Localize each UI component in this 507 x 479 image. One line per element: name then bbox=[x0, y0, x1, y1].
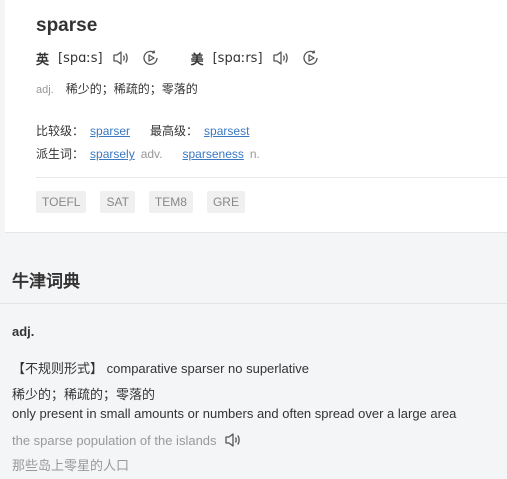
derived-pos-n: n. bbox=[249, 147, 260, 161]
oxford-en-definition: only present in small amounts or numbers… bbox=[12, 406, 457, 421]
derived-pos-adv: adv. bbox=[140, 147, 163, 161]
tag-gre[interactable]: GRE bbox=[206, 191, 245, 213]
definition-text: 稀少的；稀疏的；零落的 bbox=[65, 82, 198, 96]
us-follow-read-icon[interactable] bbox=[301, 48, 321, 68]
exam-tags: TOEFL SAT TEM8 GRE bbox=[36, 191, 259, 213]
uk-phonetic: [spɑːs] bbox=[58, 50, 103, 66]
derived-link-sparseness[interactable]: sparseness bbox=[183, 147, 244, 161]
superlative-label: 最高级： bbox=[150, 124, 199, 138]
pronunciation-row: 英 [spɑːs] 美 [spɑːrs] bbox=[36, 48, 331, 68]
example-en: the sparse population of the islands bbox=[12, 432, 217, 448]
example-row: the sparse population of the islands bbox=[12, 430, 243, 450]
derived-label: 派生词： bbox=[36, 147, 85, 161]
definition-pos: adj. bbox=[36, 84, 54, 96]
oxford-section-header: 牛津词典 bbox=[0, 255, 507, 304]
us-phonetic: [spɑːrs] bbox=[212, 50, 263, 66]
basic-definition: adj. 稀少的；稀疏的；零落的 bbox=[36, 80, 198, 97]
uk-follow-read-icon[interactable] bbox=[141, 48, 161, 68]
tag-sat[interactable]: SAT bbox=[100, 191, 135, 213]
uk-label: 英 bbox=[36, 51, 50, 67]
comparison-forms: 比较级： sparser 最高级： sparsest bbox=[36, 122, 269, 139]
irregular-forms: 【不规则形式】 comparative sparser no superlati… bbox=[12, 358, 309, 377]
example-cn: 那些岛上零星的人口 bbox=[12, 458, 130, 473]
headword: sparse bbox=[36, 15, 98, 36]
us-label: 美 bbox=[190, 51, 204, 67]
comparative-link[interactable]: sparser bbox=[90, 124, 130, 138]
divider bbox=[36, 177, 507, 178]
oxford-title: 牛津词典 bbox=[12, 272, 80, 291]
derived-link-sparsely[interactable]: sparsely bbox=[90, 147, 135, 161]
uk-speaker-icon[interactable] bbox=[111, 48, 131, 68]
irregular-label: 【不规则形式】 bbox=[12, 361, 104, 376]
word-card: sparse 英 [spɑːs] 美 [spɑːrs] adj. 稀少的；稀疏的… bbox=[5, 0, 507, 233]
us-speaker-icon[interactable] bbox=[271, 48, 291, 68]
superlative-link[interactable]: sparsest bbox=[204, 124, 249, 138]
tag-toefl[interactable]: TOEFL bbox=[36, 191, 87, 213]
comparative-label: 比较级： bbox=[36, 124, 85, 138]
oxford-cn-definition: 稀少的；稀疏的；零落的 bbox=[12, 387, 156, 402]
oxford-pos: adj. bbox=[12, 324, 35, 339]
tag-tem8[interactable]: TEM8 bbox=[148, 191, 193, 213]
example-speaker-icon[interactable] bbox=[223, 430, 243, 450]
derived-forms: 派生词： sparsely adv. sparseness n. bbox=[36, 145, 280, 162]
irregular-text: comparative sparser no superlative bbox=[106, 361, 309, 376]
